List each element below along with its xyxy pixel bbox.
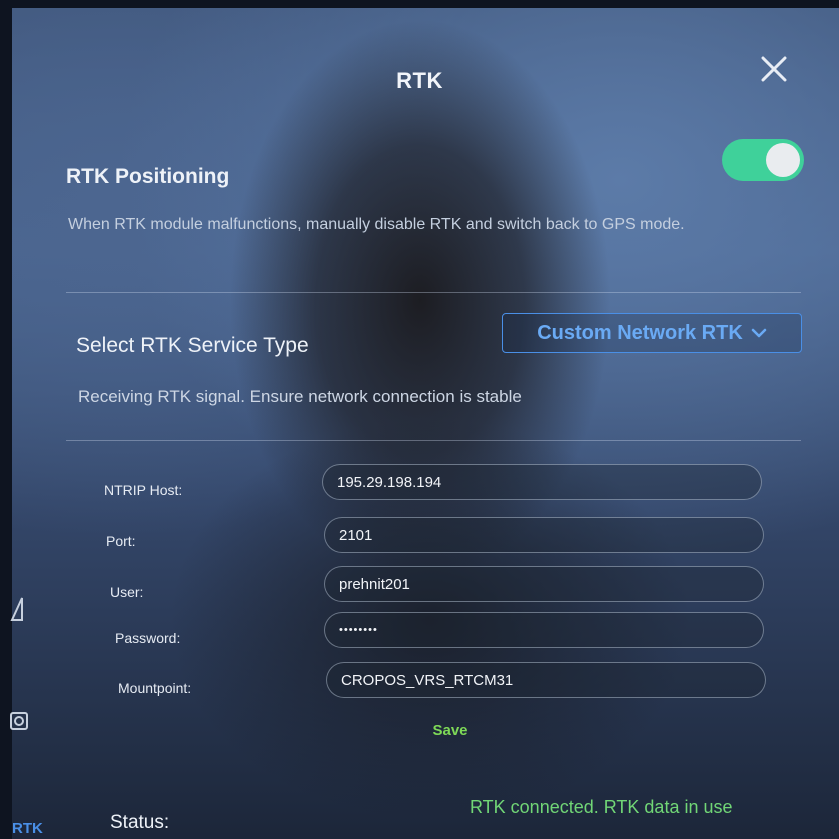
navigation-icon[interactable] — [10, 596, 24, 622]
section-divider — [66, 292, 801, 293]
rtk-positioning-description: When RTK module malfunctions, manually d… — [68, 216, 685, 233]
camera-icon[interactable] — [10, 708, 28, 732]
user-label: User: — [110, 584, 144, 600]
ntrip-host-label: NTRIP Host: — [104, 482, 183, 498]
rtk-positioning-toggle[interactable] — [722, 139, 804, 181]
sidebar-rtk-item[interactable]: RTK — [12, 820, 43, 837]
password-label: Password: — [115, 630, 181, 646]
rtk-positioning-label: RTK Positioning — [66, 165, 230, 188]
service-type-hint: Receiving RTK signal. Ensure network con… — [78, 387, 522, 406]
user-input[interactable]: prehnit201 — [324, 566, 764, 602]
rtk-settings-screen: RTK RTK Positioning When RTK module malf… — [0, 0, 839, 839]
service-type-label: Select RTK Service Type — [76, 334, 309, 357]
service-type-selected: Custom Network RTK — [537, 321, 743, 344]
close-button[interactable] — [755, 50, 795, 90]
dialog-title: RTK — [396, 68, 443, 93]
save-button[interactable]: Save — [400, 722, 500, 739]
toggle-knob — [766, 143, 800, 177]
chevron-down-icon — [751, 328, 767, 338]
mountpoint-label: Mountpoint: — [118, 680, 192, 696]
ntrip-host-input[interactable]: 195.29.198.194 — [322, 464, 762, 500]
port-label: Port: — [106, 533, 136, 549]
device-bezel-top — [0, 0, 839, 8]
status-label: Status: — [110, 812, 170, 833]
port-input[interactable]: 2101 — [324, 517, 764, 553]
close-icon — [761, 56, 787, 82]
password-input[interactable]: •••••••• — [324, 612, 764, 648]
section-divider — [66, 440, 801, 441]
mountpoint-input[interactable]: CROPOS_VRS_RTCM31 — [326, 662, 766, 698]
status-value: RTK connected. RTK data in use — [470, 797, 733, 817]
service-type-select[interactable]: Custom Network RTK — [502, 313, 802, 353]
